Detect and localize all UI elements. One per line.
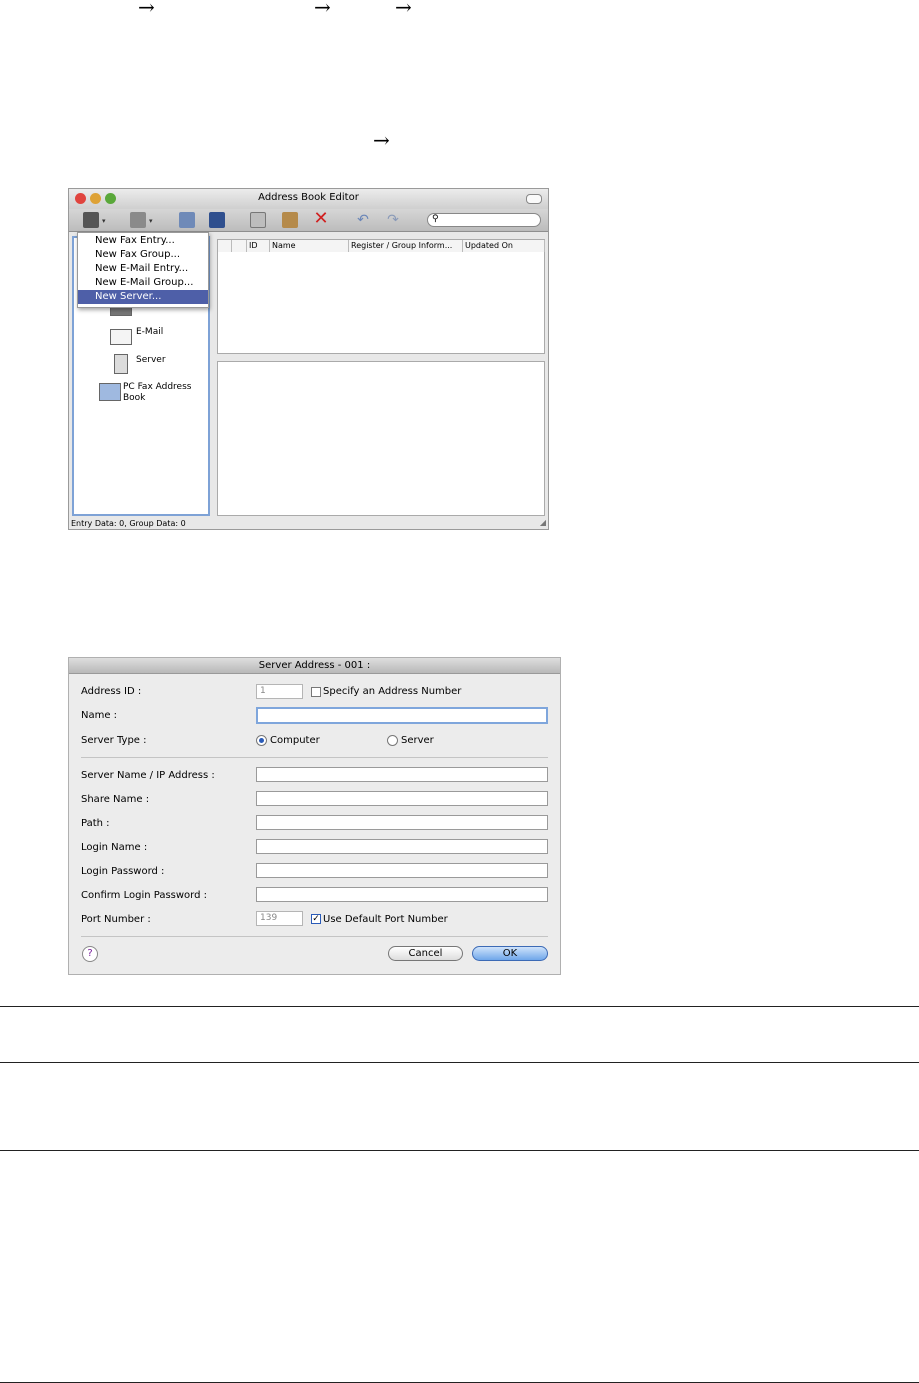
use-default-port-checkbox[interactable]: ✓ <box>311 914 321 924</box>
server-radio[interactable] <box>387 735 398 746</box>
menu-item-new-email-entry[interactable]: New E-Mail Entry... <box>78 262 208 276</box>
window-title: Address Book Editor <box>258 192 359 203</box>
computer-radio[interactable] <box>256 735 267 746</box>
dialog-title: Server Address - 001 : <box>69 658 560 674</box>
status-bar: Entry Data: 0, Group Data: 0 <box>71 519 186 528</box>
rule <box>0 1150 919 1151</box>
fax-icon <box>110 307 132 316</box>
new-entry-icon[interactable] <box>83 212 99 228</box>
server-radio-label: Server <box>401 735 434 746</box>
login-name-label: Login Name : <box>81 842 148 853</box>
specify-address-number-label: Specify an Address Number <box>323 686 462 697</box>
login-password-field[interactable] <box>256 863 548 878</box>
column-header-updated-on[interactable]: Updated On <box>463 240 545 252</box>
tree-item-pc-fax-address-book[interactable]: PC Fax Address Book <box>123 382 203 404</box>
divider <box>81 757 548 758</box>
address-book-editor-window: Address Book Editor ▾ ▾ ✕ ↶ ↷ ⚲ New Fax … <box>68 188 549 530</box>
column-header-register-group[interactable]: Register / Group Inform... <box>349 240 463 252</box>
email-icon <box>110 329 132 345</box>
specify-address-number-checkbox[interactable] <box>311 687 321 697</box>
computer-radio-label: Computer <box>270 735 320 746</box>
port-number-field[interactable]: 139 <box>256 911 303 926</box>
login-password-label: Login Password : <box>81 866 165 877</box>
tree-item-email[interactable]: E-Mail <box>136 327 163 338</box>
cancel-button[interactable]: Cancel <box>388 946 463 961</box>
edit-icon[interactable] <box>179 212 195 228</box>
address-id-field[interactable]: 1 <box>256 684 303 699</box>
toolbar: ▾ ▾ ✕ ↶ ↷ ⚲ <box>69 209 548 232</box>
confirm-password-field[interactable] <box>256 887 548 902</box>
search-icon: ⚲ <box>432 214 439 224</box>
menu-item-new-fax-entry[interactable]: New Fax Entry... <box>78 234 208 248</box>
ok-button[interactable]: OK <box>472 946 548 961</box>
window-titlebar: Address Book Editor <box>69 189 548 209</box>
server-name-field[interactable] <box>256 767 548 782</box>
arrow-1: → <box>138 0 155 19</box>
redo-icon[interactable]: ↷ <box>385 212 401 228</box>
column-header-name[interactable]: Name <box>270 240 349 252</box>
tree-item-server[interactable]: Server <box>136 355 166 366</box>
column-header-id[interactable]: ID <box>247 240 270 252</box>
path-field[interactable] <box>256 815 548 830</box>
server-type-label: Server Type : <box>81 735 147 746</box>
rule <box>0 1062 919 1063</box>
detail-pane[interactable] <box>217 361 545 516</box>
copy-icon[interactable] <box>250 212 266 228</box>
server-address-dialog: Server Address - 001 : Address ID : 1 Sp… <box>68 657 561 975</box>
zoom-button[interactable] <box>105 193 116 204</box>
arrow-3: → <box>395 0 412 19</box>
toolbar-toggle-button[interactable] <box>526 194 542 204</box>
column-new-icon[interactable] <box>218 240 232 252</box>
server-name-label: Server Name / IP Address : <box>81 770 215 781</box>
delete-icon[interactable]: ✕ <box>313 210 329 228</box>
port-number-label: Port Number : <box>81 914 151 925</box>
save-icon[interactable] <box>209 212 225 228</box>
chevron-down-icon[interactable]: ▾ <box>149 217 153 225</box>
server-icon <box>114 354 128 374</box>
paste-icon[interactable] <box>282 212 298 228</box>
name-field[interactable] <box>256 707 548 724</box>
arrow-2: → <box>314 0 331 19</box>
minimize-button[interactable] <box>90 193 101 204</box>
confirm-password-label: Confirm Login Password : <box>81 890 208 901</box>
menu-item-new-email-group[interactable]: New E-Mail Group... <box>78 276 208 290</box>
undo-icon[interactable]: ↶ <box>355 212 371 228</box>
divider <box>81 936 548 937</box>
share-name-field[interactable] <box>256 791 548 806</box>
menu-item-new-fax-group[interactable]: New Fax Group... <box>78 248 208 262</box>
entry-list[interactable]: ID Name Register / Group Inform... Updat… <box>217 239 545 354</box>
help-button[interactable]: ? <box>82 946 98 962</box>
new-entry-menu: New Fax Entry... New Fax Group... New E-… <box>77 232 209 308</box>
share-name-label: Share Name : <box>81 794 150 805</box>
column-type-icon[interactable] <box>232 240 247 252</box>
search-input[interactable]: ⚲ <box>427 213 541 227</box>
address-id-label: Address ID : <box>81 686 142 697</box>
pc-fax-address-book-icon <box>99 383 121 401</box>
use-default-port-label: Use Default Port Number <box>323 914 448 925</box>
import-icon[interactable] <box>130 212 146 228</box>
arrow-4: → <box>373 128 390 152</box>
name-label: Name : <box>81 710 118 721</box>
path-label: Path : <box>81 818 110 829</box>
chevron-down-icon[interactable]: ▾ <box>102 217 106 225</box>
close-button[interactable] <box>75 193 86 204</box>
menu-item-new-server[interactable]: New Server... <box>78 290 208 304</box>
resize-grip-icon[interactable]: ◢ <box>540 518 546 527</box>
login-name-field[interactable] <box>256 839 548 854</box>
rule <box>0 1006 919 1007</box>
